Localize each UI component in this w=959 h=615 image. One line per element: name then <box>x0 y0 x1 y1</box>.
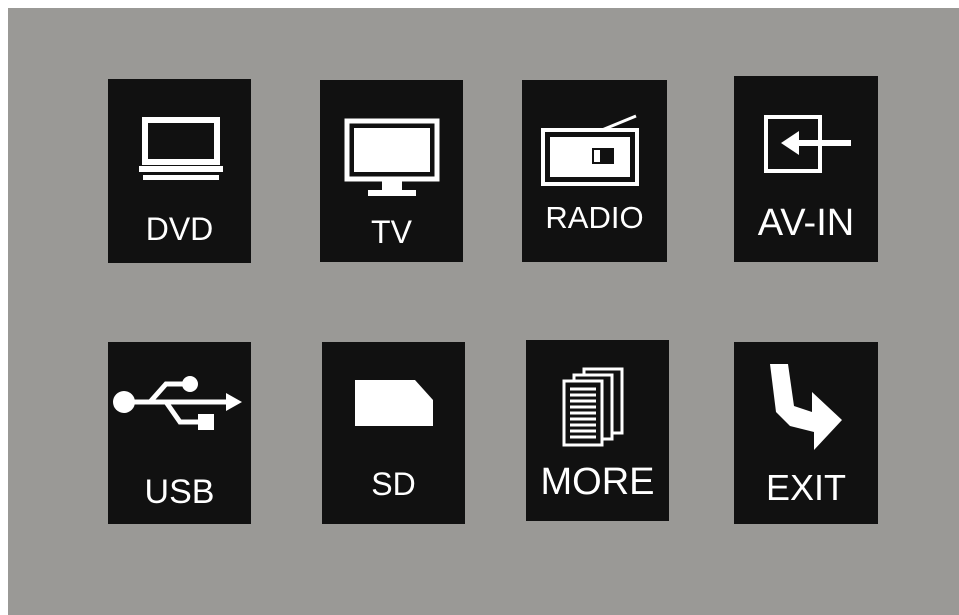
radio-label: RADIO <box>545 200 644 235</box>
documents-icon <box>562 367 624 447</box>
tv-button[interactable]: TV <box>320 80 463 262</box>
exit-button[interactable]: EXIT <box>734 342 878 524</box>
radio-button[interactable]: RADIO <box>522 80 667 262</box>
more-label: MORE <box>540 461 655 503</box>
radio-icon <box>541 114 639 186</box>
tv-label: TV <box>371 214 412 250</box>
usb-label: USB <box>144 473 215 511</box>
sd-card-icon <box>355 380 433 426</box>
more-button[interactable]: MORE <box>526 340 669 521</box>
sd-button[interactable]: SD <box>322 342 465 524</box>
exit-arrow-icon <box>770 364 842 450</box>
dvd-player-icon <box>139 117 223 180</box>
tv-icon <box>344 118 440 196</box>
dvd-button[interactable]: DVD <box>108 79 251 263</box>
usb-button[interactable]: USB <box>108 342 251 524</box>
dvd-label: DVD <box>145 211 214 247</box>
sd-label: SD <box>371 466 416 502</box>
av-input-icon <box>764 115 851 173</box>
av-in-button[interactable]: AV-IN <box>734 76 878 262</box>
usb-icon <box>113 376 242 430</box>
av-in-label: AV-IN <box>757 202 855 244</box>
exit-label: EXIT <box>765 467 846 508</box>
